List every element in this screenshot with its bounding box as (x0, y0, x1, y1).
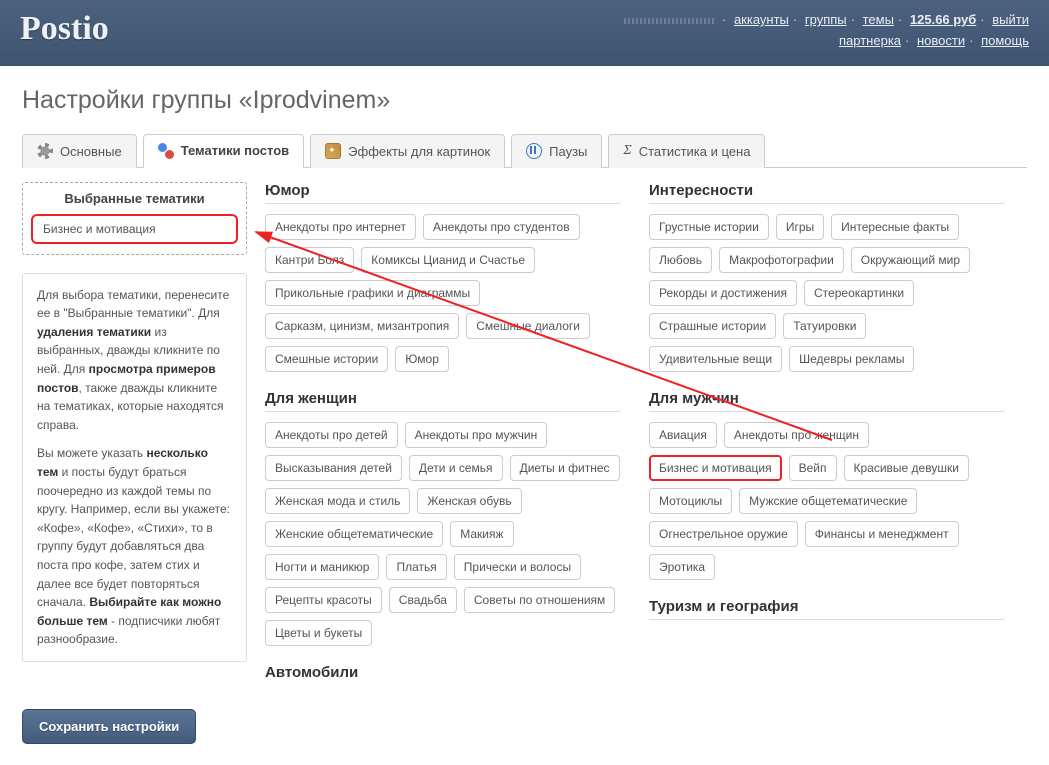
theme-tag[interactable]: Финансы и менеджмент (805, 521, 959, 547)
tabs-bar: Основные Тематики постов Эффекты для кар… (22, 133, 1027, 168)
tab-themes[interactable]: Тематики постов (143, 134, 304, 168)
theme-tag[interactable]: Мотоциклы (649, 488, 732, 514)
category-title: Для мужчин (649, 390, 1005, 412)
theme-tag[interactable]: Макрофотографии (719, 247, 844, 273)
effects-icon (325, 143, 341, 159)
theme-tag[interactable]: Женская обувь (417, 488, 521, 514)
theme-tag[interactable]: Рекорды и достижения (649, 280, 797, 306)
page-title: Настройки группы «Iprodvinem» (22, 86, 1027, 115)
nav-help[interactable]: помощь (981, 33, 1029, 48)
theme-tag[interactable]: Авиация (649, 422, 717, 448)
themes-scroll-area[interactable]: Юмор Анекдоты про интернет Анекдоты про ст… (265, 182, 1027, 679)
decorative-line (624, 18, 714, 24)
theme-tag[interactable]: Рецепты красоты (265, 587, 382, 613)
tab-stats[interactable]: ΣСтатистика и цена (608, 134, 765, 168)
theme-tag[interactable]: Макияж (450, 521, 513, 547)
nav-balance[interactable]: 125.66 руб (910, 12, 976, 27)
theme-tag[interactable]: Платья (386, 554, 446, 580)
category-title: Для женщин (265, 390, 621, 412)
theme-tag[interactable]: Свадьба (389, 587, 457, 613)
theme-tag[interactable]: Анекдоты про мужчин (405, 422, 548, 448)
category-title: Автомобили (265, 664, 621, 679)
theme-tag[interactable]: Женская мода и стиль (265, 488, 410, 514)
theme-tag[interactable]: Вейп (789, 455, 837, 481)
top-nav: · аккаунты· группы· темы· 125.66 руб· вы… (624, 10, 1029, 52)
pause-icon (526, 143, 542, 159)
help-panel: Для выбора тематики, перенесите ее в "Вы… (22, 273, 247, 662)
theme-tag[interactable]: Цветы и букеты (265, 620, 372, 646)
theme-tag[interactable]: Анекдоты про детей (265, 422, 398, 448)
category-title: Туризм и география (649, 598, 1005, 620)
theme-tag[interactable]: Советы по отношениям (464, 587, 615, 613)
tab-main[interactable]: Основные (22, 134, 137, 168)
theme-tag[interactable]: Игры (776, 214, 824, 240)
theme-tag[interactable]: Комиксы Цианид и Счастье (361, 247, 535, 273)
category-Для женщин: Для женщин Анекдоты про детей Анекдоты про… (265, 390, 621, 646)
theme-tag[interactable]: Удивительные вещи (649, 346, 782, 372)
selected-theme-tag[interactable]: Бизнес и мотивация (31, 214, 238, 244)
theme-tag[interactable]: Прически и волосы (454, 554, 581, 580)
category-Автомобили: Автомобили (265, 664, 621, 679)
category-Юмор: Юмор Анекдоты про интернет Анекдоты про ст… (265, 182, 621, 372)
theme-tag[interactable]: Женские общетематические (265, 521, 443, 547)
nav-groups[interactable]: группы (805, 12, 847, 27)
nav-accounts[interactable]: аккаунты (734, 12, 789, 27)
logo: Postio (20, 10, 109, 48)
selected-themes-title: Выбранные тематики (29, 191, 240, 206)
theme-tag[interactable]: Ногти и маникюр (265, 554, 379, 580)
theme-tag[interactable]: Высказывания детей (265, 455, 402, 481)
theme-tag[interactable]: Интересные факты (831, 214, 959, 240)
theme-tag[interactable]: Бизнес и мотивация (649, 455, 782, 481)
category-Для мужчин: Для мужчин Авиация Анекдоты про женщин Бизн… (649, 390, 1005, 580)
theme-tag[interactable]: Смешные диалоги (466, 313, 590, 339)
nav-partner[interactable]: партнерка (839, 33, 901, 48)
palette-icon (158, 143, 174, 159)
theme-tag[interactable]: Анекдоты про женщин (724, 422, 869, 448)
theme-tag[interactable]: Любовь (649, 247, 712, 273)
theme-tag[interactable]: Кантри Болз (265, 247, 354, 273)
header: Postio · аккаунты· группы· темы· 125.66 … (0, 0, 1049, 66)
theme-tag[interactable]: Юмор (395, 346, 449, 372)
save-button[interactable]: Сохранить настройки (22, 709, 196, 744)
selected-themes-box[interactable]: Выбранные тематики Бизнес и мотивация (22, 182, 247, 255)
theme-tag[interactable]: Прикольные графики и диаграммы (265, 280, 480, 306)
tab-pause[interactable]: Паузы (511, 134, 602, 168)
category-Туризм и география: Туризм и география (649, 598, 1005, 630)
theme-tag[interactable]: Шедевры рекламы (789, 346, 914, 372)
theme-tag[interactable]: Эротика (649, 554, 715, 580)
theme-tag[interactable]: Смешные истории (265, 346, 388, 372)
theme-tag[interactable]: Огнестрельное оружие (649, 521, 798, 547)
sigma-icon: Σ (623, 143, 631, 159)
gear-icon (37, 143, 53, 159)
theme-tag[interactable]: Татуировки (783, 313, 866, 339)
nav-themes[interactable]: темы (863, 12, 894, 27)
category-Интересности: Интересности Грустные истории Игры Интересн… (649, 182, 1005, 372)
theme-tag[interactable]: Страшные истории (649, 313, 776, 339)
tab-fx[interactable]: Эффекты для картинок (310, 134, 505, 168)
theme-tag[interactable]: Грустные истории (649, 214, 769, 240)
theme-tag[interactable]: Анекдоты про студентов (423, 214, 580, 240)
theme-tag[interactable]: Диеты и фитнес (510, 455, 620, 481)
theme-tag[interactable]: Дети и семья (409, 455, 503, 481)
nav-logout[interactable]: выйти (992, 12, 1029, 27)
theme-tag[interactable]: Мужские общетематические (739, 488, 917, 514)
theme-tag[interactable]: Красивые девушки (844, 455, 969, 481)
category-title: Интересности (649, 182, 1005, 204)
theme-tag[interactable]: Стереокартинки (804, 280, 914, 306)
theme-tag[interactable]: Анекдоты про интернет (265, 214, 416, 240)
theme-tag[interactable]: Окружающий мир (851, 247, 970, 273)
category-title: Юмор (265, 182, 621, 204)
theme-tag[interactable]: Сарказм, цинизм, мизантропия (265, 313, 459, 339)
nav-news[interactable]: новости (917, 33, 965, 48)
